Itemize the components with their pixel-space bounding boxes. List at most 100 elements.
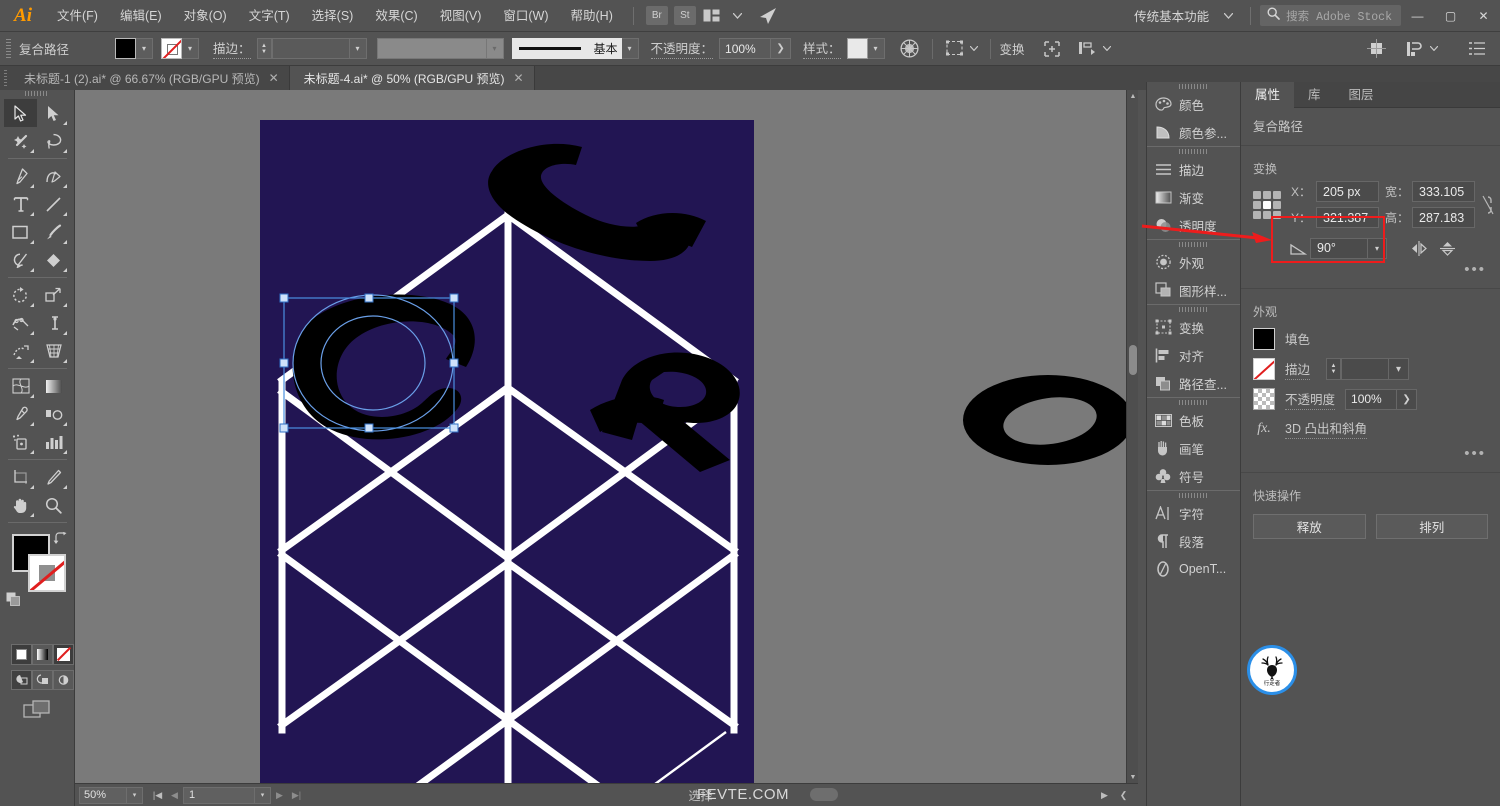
direct-selection-tool[interactable] xyxy=(37,99,70,127)
horizontal-scroll-thumb[interactable] xyxy=(810,788,838,801)
status-collapse-icon[interactable]: ❮ xyxy=(1115,785,1132,805)
scale-tool[interactable] xyxy=(37,281,70,309)
stroke-swatch[interactable] xyxy=(161,38,182,59)
curvature-tool[interactable] xyxy=(37,162,70,190)
zoom-tool[interactable] xyxy=(37,491,70,519)
stroke-swatch-group[interactable]: ▾ xyxy=(161,38,199,59)
reference-point-selector[interactable] xyxy=(1253,190,1281,219)
line-segment-tool[interactable] xyxy=(37,190,70,218)
graphic-style-swatch[interactable] xyxy=(846,38,868,59)
graphic-style-dropdown-icon[interactable]: ▾ xyxy=(867,38,885,59)
rotation-angle-input[interactable]: 90° xyxy=(1310,237,1368,259)
transform-button[interactable]: 变换 xyxy=(1000,39,1025,58)
shape-builder-tool[interactable] xyxy=(4,337,37,365)
bridge-icon[interactable]: Br xyxy=(645,6,668,25)
x-input[interactable]: 205 px xyxy=(1316,181,1379,202)
appearance-more-options-icon[interactable]: ••• xyxy=(1241,443,1500,468)
dock-item-opentype[interactable]: OpenT... xyxy=(1147,555,1240,583)
menu-window[interactable]: 窗口(W) xyxy=(492,0,559,32)
control-bar-gripper[interactable] xyxy=(6,38,11,59)
width-tool[interactable] xyxy=(4,309,37,337)
status-flyout-icon[interactable]: ▶ xyxy=(1096,785,1113,805)
appearance-fill-swatch[interactable] xyxy=(1253,328,1275,350)
perspective-grid-tool[interactable] xyxy=(37,337,70,365)
close-button[interactable]: ✕ xyxy=(1467,0,1500,32)
distribute-chevron-icon[interactable] xyxy=(1427,37,1440,61)
menu-help[interactable]: 帮助(H) xyxy=(560,0,624,32)
brush-definition-dropdown-icon[interactable]: ▾ xyxy=(621,38,639,59)
close-icon[interactable]: ✕ xyxy=(269,71,279,85)
shaper-tool[interactable] xyxy=(4,246,37,274)
fill-swatch-group[interactable]: ▾ xyxy=(115,38,153,59)
appearance-stroke-weight-input[interactable] xyxy=(1341,358,1390,380)
opacity-flyout-icon[interactable]: ❯ xyxy=(771,38,792,59)
menu-file[interactable]: 文件(F) xyxy=(46,0,109,32)
stroke-weight-stepper[interactable]: ▲ ▼ xyxy=(256,38,272,59)
toolbar-gripper[interactable] xyxy=(0,90,74,97)
stroke-dropdown-icon[interactable]: ▾ xyxy=(182,38,199,59)
artboard-dropdown-icon[interactable]: ▾ xyxy=(255,786,271,804)
chevron-down-icon[interactable] xyxy=(725,4,751,28)
zoom-level-input[interactable]: 50% xyxy=(79,786,127,804)
shape-mode-chevron-icon[interactable] xyxy=(1101,37,1114,61)
paintbrush-tool[interactable] xyxy=(37,218,70,246)
artboard[interactable] xyxy=(260,120,754,783)
fx-icon[interactable]: fx. xyxy=(1253,421,1275,437)
dock-item-align[interactable]: 对齐 xyxy=(1147,341,1240,369)
dock-item-appearance[interactable]: 外观 xyxy=(1147,248,1240,276)
constrain-proportions-icon[interactable] xyxy=(1481,194,1495,216)
color-mode-button[interactable] xyxy=(11,644,32,665)
rotate-tool[interactable] xyxy=(4,281,37,309)
dock-item-transform[interactable]: 变换 xyxy=(1147,313,1240,341)
zoom-dropdown-icon[interactable]: ▾ xyxy=(127,786,143,804)
selection-tool[interactable] xyxy=(4,99,37,127)
dock-gripper-4[interactable] xyxy=(1147,398,1240,406)
previous-page-icon[interactable]: ◀ xyxy=(166,785,183,805)
rotation-dropdown-icon[interactable]: ▾ xyxy=(1368,237,1387,259)
next-page-icon[interactable]: ▶ xyxy=(271,785,288,805)
artboard-number-input[interactable]: 1 xyxy=(183,786,255,804)
document-tab-1[interactable]: 未标题-1 (2).ai* @ 66.67% (RGB/GPU 预览) ✕ xyxy=(10,66,290,90)
menu-edit[interactable]: 编辑(E) xyxy=(109,0,173,32)
height-input[interactable]: 287.183 xyxy=(1412,207,1475,228)
dock-gripper-5[interactable] xyxy=(1147,491,1240,499)
column-graph-tool[interactable] xyxy=(37,428,70,456)
dock-gripper-0[interactable] xyxy=(1147,82,1240,90)
close-icon[interactable]: ✕ xyxy=(514,71,524,85)
appearance-stroke-swatch[interactable] xyxy=(1253,358,1275,380)
width-input[interactable]: 333.105 xyxy=(1412,181,1475,202)
symbol-sprayer-tool[interactable] xyxy=(4,428,37,456)
dock-item-color-guide[interactable]: 颜色参... xyxy=(1147,118,1240,146)
appearance-effect-label[interactable]: 3D 凸出和斜角 xyxy=(1285,418,1367,439)
dock-item-character[interactable]: 字符 xyxy=(1147,499,1240,527)
menu-select[interactable]: 选择(S) xyxy=(301,0,365,32)
none-mode-button[interactable] xyxy=(53,644,74,665)
dock-item-brushes[interactable]: 画笔 xyxy=(1147,434,1240,462)
appearance-opacity-input[interactable]: 100% xyxy=(1345,388,1398,410)
panel-options-icon[interactable] xyxy=(1464,37,1490,61)
dock-gripper-3[interactable] xyxy=(1147,305,1240,313)
menu-view[interactable]: 视图(V) xyxy=(429,0,493,32)
cc-libraries-icon[interactable] xyxy=(751,4,785,28)
artboard-tool[interactable] xyxy=(4,463,37,491)
scroll-up-icon[interactable]: ▲ xyxy=(1127,90,1138,102)
rectangle-tool[interactable] xyxy=(4,218,37,246)
canvas-vertical-scrollbar[interactable]: ▲ ▼ xyxy=(1126,90,1138,783)
tab-libraries[interactable]: 库 xyxy=(1294,82,1335,108)
dock-item-pathfinder[interactable]: 路径查... xyxy=(1147,369,1240,397)
draw-behind-button[interactable] xyxy=(32,670,53,690)
dock-gripper-1[interactable] xyxy=(1147,147,1240,155)
scroll-down-icon[interactable]: ▼ xyxy=(1127,771,1138,783)
y-input[interactable]: 321.387 xyxy=(1316,207,1379,228)
flip-vertical-icon[interactable] xyxy=(1433,237,1461,259)
recolor-artwork-icon[interactable] xyxy=(897,37,923,61)
stock-icon[interactable]: St xyxy=(673,6,696,25)
pen-tool[interactable] xyxy=(4,162,37,190)
dock-item-transparency[interactable]: 透明度 xyxy=(1147,211,1240,239)
dock-item-stroke[interactable]: 描边 xyxy=(1147,155,1240,183)
stroke-weight-input[interactable] xyxy=(271,38,350,59)
eraser-tool[interactable] xyxy=(37,246,70,274)
arrange-documents-icon[interactable] xyxy=(699,4,725,28)
tab-layers[interactable]: 图层 xyxy=(1335,82,1388,108)
document-canvas[interactable]: 飞特网 ▲ ▼ xyxy=(75,90,1138,783)
